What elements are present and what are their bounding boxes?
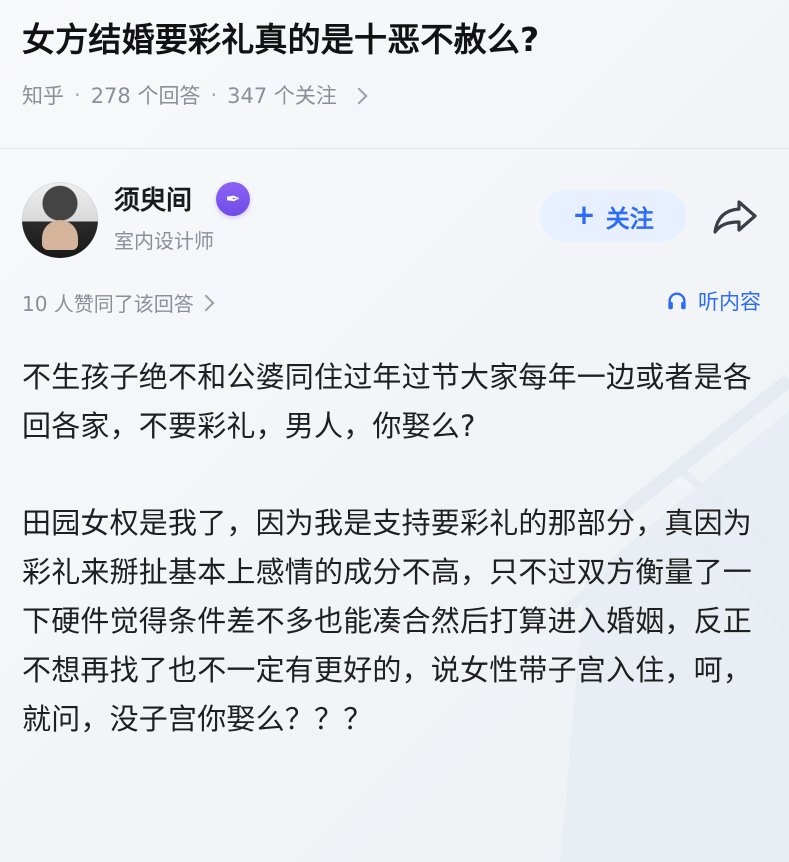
- avatar[interactable]: [22, 182, 98, 258]
- question-meta[interactable]: 知乎 · 278 个回答 · 347 个关注: [22, 80, 767, 110]
- share-icon[interactable]: [711, 198, 759, 236]
- author-row: 须臾间 ✒ 室内设计师 + 关注: [22, 176, 767, 266]
- question-title[interactable]: 女方结婚要彩礼真的是十恶不赦么?: [22, 18, 767, 62]
- plus-icon: +: [572, 198, 596, 231]
- agree-count[interactable]: 10 人赞同了该回答: [22, 288, 215, 317]
- follows-count: 347 个关注: [227, 84, 337, 108]
- answer-paragraph: 不生孩子绝不和公婆同住过年过节大家每年一边或者是各回各家，不要彩礼，男人，你娶么…: [22, 360, 753, 443]
- question-header: 女方结婚要彩礼真的是十恶不赦么? 知乎 · 278 个回答 · 347 个关注: [22, 18, 767, 138]
- answer-paragraph: 田园女权是我了，因为我是支持要彩礼的那部分，真因为彩礼来掰扯基本上感情的成分不高…: [22, 506, 753, 736]
- answer-content: 不生孩子绝不和公婆同住过年过节大家每年一边或者是各回各家，不要彩礼，男人，你娶么…: [22, 353, 764, 744]
- meta-separator: ·: [210, 83, 218, 107]
- pen-badge-icon: ✒: [216, 182, 250, 216]
- author-name[interactable]: 须臾间: [114, 180, 192, 217]
- chevron-right-icon: [197, 294, 215, 312]
- chevron-right-icon: [350, 87, 368, 104]
- listen-label: 听内容: [698, 290, 761, 314]
- meta-separator: ·: [74, 83, 81, 107]
- source-label: 知乎: [22, 84, 64, 108]
- headphones-icon: [668, 292, 686, 310]
- page: 女方结婚要彩礼真的是十恶不赦么? 知乎 · 278 个回答 · 347 个关注 …: [0, 0, 789, 862]
- header-divider: [0, 148, 789, 149]
- follow-button[interactable]: + 关注: [540, 190, 686, 242]
- answer-meta-row: 10 人赞同了该回答 听内容: [22, 286, 767, 320]
- follow-label: 关注: [605, 204, 654, 233]
- author-title: 室内设计师: [114, 229, 214, 253]
- agree-text: 10 人赞同了该回答: [22, 292, 194, 316]
- answers-count: 278 个回答: [90, 84, 201, 108]
- listen-button[interactable]: 听内容: [666, 286, 761, 316]
